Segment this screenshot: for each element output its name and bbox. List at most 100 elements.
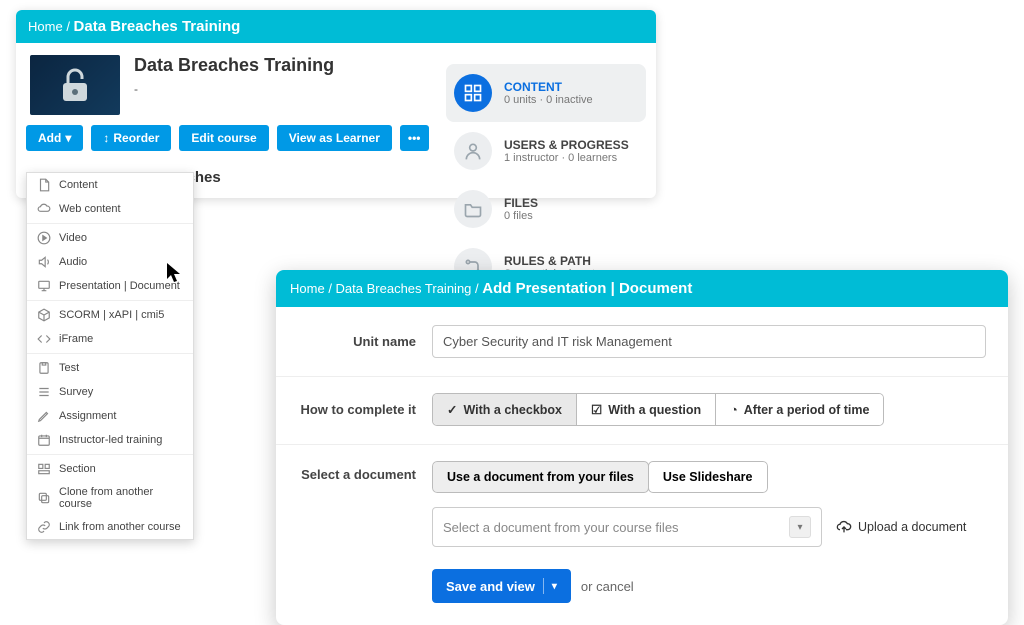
complete-segmented: ✓ With a checkbox ☑ With a question ◔ Af…	[432, 393, 884, 426]
reorder-button-label: Reorder	[113, 131, 159, 145]
add-dropdown-menu: Content Web content Video Audio Presenta…	[26, 172, 194, 540]
course-panel: Home / Data Breaches Training Data Breac…	[16, 10, 656, 198]
sidebar-item-files[interactable]: FILES 0 files	[446, 180, 646, 238]
file-icon	[37, 178, 51, 192]
menu-item-label: Content	[59, 179, 98, 191]
sidebar-item-title: RULES & PATH	[504, 254, 595, 268]
cursor-icon	[166, 262, 184, 284]
add-button[interactable]: Add ▾	[26, 125, 83, 151]
menu-item-label: iFrame	[59, 333, 93, 345]
ellipsis-icon: •••	[408, 131, 421, 145]
caret-down-icon: ▾	[552, 581, 557, 592]
add-button-label: Add	[38, 131, 61, 145]
caret-down-icon: ▾	[65, 131, 71, 145]
menu-item-section[interactable]: Section	[27, 457, 193, 481]
reorder-button[interactable]: ↕ Reorder	[91, 125, 171, 151]
add-document-panel: Home / Data Breaches Training / Add Pres…	[276, 270, 1008, 625]
opt-label: With a checkbox	[463, 403, 562, 417]
sidebar-item-title: USERS & PROGRESS	[504, 138, 629, 152]
menu-item-label: Instructor-led training	[59, 434, 162, 446]
complete-option-checkbox[interactable]: ✓ With a checkbox	[433, 394, 576, 425]
menu-item-label: Web content	[59, 203, 121, 215]
or-text: or	[581, 579, 593, 594]
breadcrumb-current: Data Breaches Training	[74, 18, 241, 35]
add-document-form: Unit name How to complete it ✓ With a ch…	[276, 307, 1008, 625]
copy-icon	[37, 491, 51, 505]
menu-item-test[interactable]: Test	[27, 356, 193, 380]
menu-item-clone[interactable]: Clone from another course	[27, 481, 193, 515]
breadcrumb: Home / Data Breaches Training	[16, 10, 656, 43]
sidebar-item-sub: 1 instructor · 0 learners	[504, 152, 629, 164]
menu-item-survey[interactable]: Survey	[27, 380, 193, 404]
sidebar-item-title: CONTENT	[504, 80, 593, 94]
cloud-upload-icon	[836, 519, 852, 535]
menu-item-label: SCORM | xAPI | cmi5	[59, 309, 164, 321]
menu-item-ilt[interactable]: Instructor-led training	[27, 428, 193, 452]
select-document-label: Select a document	[298, 467, 416, 482]
chevron-down-icon: ▾	[789, 516, 811, 538]
opt-label: With a question	[608, 403, 701, 417]
menu-item-content[interactable]: Content	[27, 173, 193, 197]
link-icon	[37, 520, 51, 534]
menu-item-label: Clone from another course	[59, 486, 183, 510]
course-files-dropdown[interactable]: Select a document from your course files…	[432, 507, 822, 547]
course-subtitle: -	[134, 82, 334, 96]
pencil-icon	[37, 409, 51, 423]
package-icon	[37, 308, 51, 322]
menu-item-web-content[interactable]: Web content	[27, 197, 193, 221]
clock-icon: ◔	[730, 403, 738, 417]
dropdown-placeholder: Select a document from your course files	[443, 520, 679, 535]
sidebar-item-content[interactable]: CONTENT 0 units · 0 inactive	[446, 64, 646, 122]
menu-item-link[interactable]: Link from another course	[27, 515, 193, 539]
clipboard-icon	[37, 361, 51, 375]
sidebar-item-sub: 0 files	[504, 210, 538, 222]
unit-name-label: Unit name	[298, 334, 416, 349]
menu-item-label: Video	[59, 232, 87, 244]
sidebar-item-sub: 0 units · 0 inactive	[504, 94, 593, 106]
check-icon: ✓	[447, 402, 457, 417]
user-icon	[454, 132, 492, 170]
code-icon	[37, 332, 51, 346]
menu-item-assignment[interactable]: Assignment	[27, 404, 193, 428]
course-title: Data Breaches Training	[134, 55, 334, 76]
breadcrumb-home[interactable]: Home	[28, 19, 63, 34]
document-source-segmented: Use a document from your files Use Slide…	[432, 461, 768, 493]
edit-course-button[interactable]: Edit course	[179, 125, 268, 151]
folder-icon	[454, 190, 492, 228]
menu-item-label: Survey	[59, 386, 93, 398]
checkbox-square-icon: ☑	[591, 402, 602, 417]
grid-icon	[454, 74, 492, 112]
more-actions-button[interactable]: •••	[400, 125, 429, 151]
menu-item-scorm[interactable]: SCORM | xAPI | cmi5	[27, 303, 193, 327]
sidebar-item-title: FILES	[504, 196, 538, 210]
menu-item-label: Audio	[59, 256, 87, 268]
presentation-icon	[37, 279, 51, 293]
play-circle-icon	[37, 231, 51, 245]
upload-document-link[interactable]: Upload a document	[836, 519, 966, 535]
menu-item-label: Section	[59, 463, 96, 475]
calendar-icon	[37, 433, 51, 447]
complete-option-question[interactable]: ☑ With a question	[576, 394, 715, 425]
section-icon	[37, 462, 51, 476]
cloud-icon	[37, 202, 51, 216]
complete-option-time[interactable]: ◔ After a period of time	[715, 394, 883, 425]
save-label: Save and view	[446, 579, 535, 594]
complete-label: How to complete it	[298, 402, 416, 417]
reorder-icon: ↕	[103, 131, 109, 145]
menu-item-label: Test	[59, 362, 79, 374]
upload-label: Upload a document	[858, 520, 966, 534]
menu-item-video[interactable]: Video	[27, 226, 193, 250]
source-from-files[interactable]: Use a document from your files	[432, 461, 649, 493]
sidebar-item-users[interactable]: USERS & PROGRESS 1 instructor · 0 learne…	[446, 122, 646, 180]
menu-item-iframe[interactable]: iFrame	[27, 327, 193, 351]
unit-name-input[interactable]	[432, 325, 986, 358]
breadcrumb-home[interactable]: Home	[290, 281, 325, 296]
audio-icon	[37, 255, 51, 269]
breadcrumb-course[interactable]: Data Breaches Training	[336, 281, 472, 296]
view-as-learner-button[interactable]: View as Learner	[277, 125, 392, 151]
save-and-view-button[interactable]: Save and view ▾	[432, 569, 571, 603]
breadcrumb-current: Add Presentation | Document	[482, 280, 692, 297]
cancel-link[interactable]: cancel	[596, 579, 634, 594]
source-slideshare[interactable]: Use Slideshare	[648, 461, 768, 493]
list-icon	[37, 385, 51, 399]
